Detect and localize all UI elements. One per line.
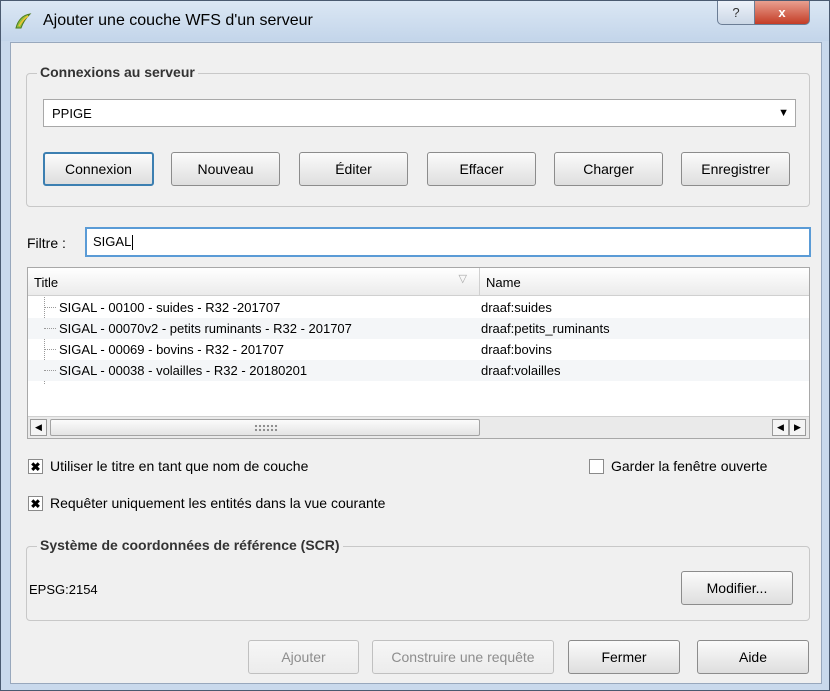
filter-input[interactable]: SIGAL bbox=[85, 227, 811, 257]
window-title: Ajouter une couche WFS d'un serveur bbox=[43, 12, 313, 29]
layer-name: draaf:petits_ruminants bbox=[481, 321, 610, 336]
layer-title: SIGAL - 00069 - bovins - R32 - 201707 bbox=[59, 342, 284, 357]
table-row[interactable]: SIGAL - 00069 - bovins - R32 - 201707 dr… bbox=[28, 339, 809, 360]
use-title-label[interactable]: Utiliser le titre en tant que nom de cou… bbox=[50, 458, 308, 474]
server-select[interactable]: PPIGE ▼ bbox=[43, 99, 796, 127]
sort-indicator-icon: ▽ bbox=[458, 273, 467, 285]
tree-branch-line bbox=[44, 370, 56, 371]
modify-crs-button[interactable]: Modifier... bbox=[681, 571, 793, 605]
scroll-left-icon[interactable]: ◀ bbox=[30, 419, 47, 436]
tree-branch-line bbox=[44, 349, 56, 350]
column-header-title-label: Title bbox=[34, 275, 59, 290]
layer-title: SIGAL - 00070v2 - petits ruminants - R32… bbox=[59, 321, 352, 336]
close-button[interactable]: Fermer bbox=[568, 640, 680, 674]
table-row[interactable]: SIGAL - 00070v2 - petits ruminants - R32… bbox=[28, 318, 809, 339]
scrollbar-thumb[interactable] bbox=[50, 419, 480, 436]
layer-name: draaf:volailles bbox=[481, 363, 561, 378]
table-row[interactable]: SIGAL - 00038 - volailles - R32 - 201802… bbox=[28, 360, 809, 381]
grip-icon bbox=[254, 424, 278, 432]
help-title-button[interactable]: ? bbox=[717, 1, 755, 25]
title-bar[interactable]: Ajouter une couche WFS d'un serveur ? x bbox=[1, 1, 829, 41]
column-header-title[interactable]: Title ▽ bbox=[28, 268, 480, 296]
new-connection-button[interactable]: Nouveau bbox=[171, 152, 280, 186]
edit-connection-button[interactable]: Éditer bbox=[299, 152, 408, 186]
crs-group-title: Système de coordonnées de référence (SCR… bbox=[37, 537, 343, 553]
filter-input-value: SIGAL bbox=[93, 234, 132, 249]
dialog-window: Ajouter une couche WFS d'un serveur ? x … bbox=[0, 0, 830, 691]
tree-branch-line bbox=[44, 307, 56, 308]
layers-tree[interactable]: Title ▽ Name SIGAL - 00100 - suides - R3… bbox=[27, 267, 810, 439]
tree-header: Title ▽ Name bbox=[28, 268, 809, 296]
scroll-right-icon[interactable]: ▶ bbox=[789, 419, 806, 436]
horizontal-scrollbar[interactable]: ◀ ◀ ▶ bbox=[28, 416, 809, 438]
use-title-checkbox[interactable]: ✖ bbox=[28, 459, 43, 474]
text-caret bbox=[132, 235, 134, 251]
help-button[interactable]: Aide bbox=[697, 640, 809, 674]
dialog-content: Connexions au serveur PPIGE ▼ Connexion … bbox=[10, 42, 822, 684]
close-window-button[interactable]: x bbox=[754, 1, 810, 25]
filter-label: Filtre : bbox=[27, 235, 66, 251]
tree-branch-line bbox=[44, 328, 56, 329]
qgis-logo-icon bbox=[13, 11, 33, 31]
server-select-value: PPIGE bbox=[52, 106, 92, 121]
server-connections-title: Connexions au serveur bbox=[37, 64, 198, 80]
layer-name: draaf:bovins bbox=[481, 342, 552, 357]
add-layer-button[interactable]: Ajouter bbox=[248, 640, 359, 674]
column-header-name-label: Name bbox=[486, 275, 521, 290]
dropdown-arrow-icon[interactable]: ▼ bbox=[778, 107, 789, 119]
column-header-name[interactable]: Name bbox=[480, 268, 809, 296]
keep-open-checkbox[interactable] bbox=[589, 459, 604, 474]
load-connections-button[interactable]: Charger bbox=[554, 152, 663, 186]
table-row[interactable]: SIGAL - 00100 - suides - R32 -201707 dra… bbox=[28, 297, 809, 318]
build-query-button[interactable]: Construire une requête bbox=[372, 640, 554, 674]
server-connections-group: Connexions au serveur PPIGE ▼ Connexion … bbox=[26, 64, 810, 207]
scroll-left-icon[interactable]: ◀ bbox=[772, 419, 789, 436]
current-view-label[interactable]: Requêter uniquement les entités dans la … bbox=[50, 495, 385, 511]
delete-connection-button[interactable]: Effacer bbox=[427, 152, 536, 186]
layer-title: SIGAL - 00038 - volailles - R32 - 201802… bbox=[59, 363, 308, 378]
keep-open-label[interactable]: Garder la fenêtre ouverte bbox=[611, 458, 767, 474]
layer-name: draaf:suides bbox=[481, 300, 552, 315]
connect-button[interactable]: Connexion bbox=[43, 152, 154, 186]
current-view-checkbox[interactable]: ✖ bbox=[28, 496, 43, 511]
crs-value: EPSG:2154 bbox=[29, 582, 98, 597]
save-connections-button[interactable]: Enregistrer bbox=[681, 152, 790, 186]
layer-title: SIGAL - 00100 - suides - R32 -201707 bbox=[59, 300, 281, 315]
